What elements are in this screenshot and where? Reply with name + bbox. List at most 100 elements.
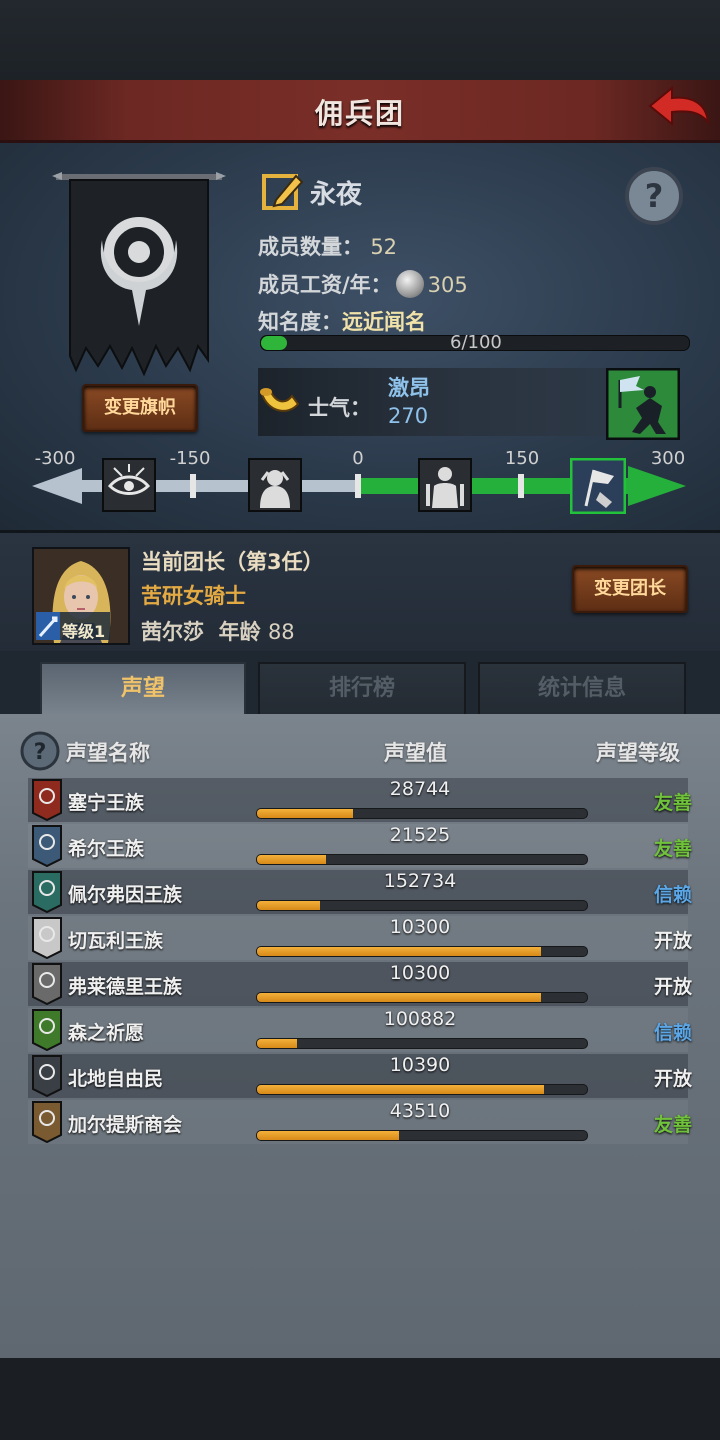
reputation-bar	[256, 992, 588, 1003]
tab-statistics[interactable]: 统计信息	[478, 662, 686, 716]
reputation-level: 友善	[653, 1114, 692, 1136]
silver-coin-icon	[395, 270, 424, 298]
title-bar: 佣兵团	[0, 80, 720, 143]
reputation-bar-fill	[257, 993, 541, 1002]
reputation-value: 10390	[389, 1054, 451, 1076]
horn-icon	[260, 388, 300, 412]
morale-scale: -300 -150 0 150 300	[30, 446, 690, 526]
bottom-bar	[0, 1358, 720, 1440]
faction-name: 切瓦利王族	[68, 930, 164, 952]
faction-name: 佩尔弗因王族	[68, 884, 183, 906]
scale-tick-label: 0	[352, 448, 364, 469]
leader-age-value: 88	[267, 620, 295, 644]
salary-stat: 成员工资/年： 305	[258, 269, 468, 299]
red-banner-icon	[32, 779, 62, 821]
reputation-bar-fill	[257, 1039, 297, 1048]
table-row[interactable]: 切瓦利王族 10300 开放	[28, 916, 692, 960]
fame-progress-fill	[261, 336, 287, 350]
reputation-bar-fill	[257, 901, 320, 910]
fame-stat: 知名度：远近闻名	[258, 310, 426, 334]
reputation-bar	[256, 946, 588, 957]
reputation-bar-fill	[257, 1131, 399, 1140]
scale-tick-label: -150	[169, 448, 211, 469]
members-stat: 成员数量： 52	[258, 235, 398, 259]
guild-banner-icon[interactable]	[52, 170, 226, 380]
reputation-bar	[256, 808, 588, 819]
faction-name: 弗莱德里王族	[68, 976, 183, 998]
reputation-value: 100882	[383, 1008, 457, 1030]
table-row[interactable]: 森之祈愿 100882 信赖	[28, 1008, 692, 1052]
chest-banner-icon	[32, 1101, 62, 1143]
reputation-value: 152734	[383, 870, 457, 892]
morale-status-icon[interactable]	[606, 368, 680, 440]
leader-name: 茜尔莎	[141, 620, 204, 644]
reputation-bar-fill	[257, 855, 327, 864]
leader-class: 苦研女骑士	[141, 584, 246, 608]
status-area	[0, 0, 720, 80]
blue-banner-icon	[32, 825, 62, 867]
reputation-bar	[256, 854, 588, 865]
column-header-level: 声望等级	[596, 741, 680, 765]
reputation-bar	[256, 1038, 588, 1049]
despair-eye-icon[interactable]	[102, 458, 156, 512]
white-banner-icon	[32, 917, 62, 959]
reputation-level: 开放	[653, 1068, 692, 1090]
faction-name: 塞宁王族	[68, 792, 145, 814]
svg-text:?: ?	[34, 740, 47, 765]
faction-name: 森之祈愿	[68, 1022, 145, 1044]
scale-tick-label: 300	[650, 448, 686, 469]
guild-name: 永夜	[310, 180, 363, 210]
tab-ranking[interactable]: 排行榜	[258, 662, 466, 716]
leader-title: 当前团长（第3任）	[141, 550, 324, 574]
table-row[interactable]: 弗莱德里王族 10300 开放	[28, 962, 692, 1006]
change-banner-button[interactable]: 变更旗帜	[82, 384, 198, 432]
fame-progress-text: 6/100	[450, 332, 502, 353]
reputation-value: 10300	[389, 962, 451, 984]
help-icon[interactable]: ?	[20, 731, 60, 771]
back-arrow-icon[interactable]	[646, 82, 712, 136]
edit-icon[interactable]	[262, 172, 304, 212]
svg-text:?: ?	[645, 177, 664, 215]
table-row[interactable]: 加尔提斯商会 43510 友善	[28, 1100, 692, 1144]
leader-level: 等级1	[62, 622, 106, 641]
morale-box: 士气： 激昂 270	[258, 368, 608, 436]
table-row[interactable]: 塞宁王族 28744 友善	[28, 778, 692, 822]
reputation-bar-fill	[257, 1085, 545, 1094]
table-row[interactable]: 北地自由民 10390 开放	[28, 1054, 692, 1098]
reputation-level: 友善	[653, 792, 692, 814]
reputation-value: 10300	[389, 916, 451, 938]
reputation-level: 开放	[653, 976, 692, 998]
page-title: 佣兵团	[314, 97, 405, 130]
reputation-value: 28744	[389, 778, 451, 800]
tab-reputation[interactable]: 声望	[40, 662, 246, 714]
help-icon[interactable]: ?	[624, 166, 684, 226]
reputation-bar-fill	[257, 947, 541, 956]
teal-banner-icon	[32, 871, 62, 913]
morale-state: 激昂	[388, 376, 430, 400]
morale-value: 270	[388, 404, 429, 428]
column-header-name: 声望名称	[66, 741, 150, 765]
change-leader-button[interactable]: 变更团长	[572, 565, 688, 613]
column-header-value: 声望值	[384, 741, 447, 765]
table-row[interactable]: 佩尔弗因王族 152734 信赖	[28, 870, 692, 914]
reputation-value: 43510	[389, 1100, 451, 1122]
scale-tick-label: -300	[34, 448, 76, 469]
leader-name-row: 茜尔莎 年龄 88	[141, 616, 295, 646]
reputation-value: 21525	[389, 824, 451, 846]
faction-name: 希尔王族	[68, 838, 145, 860]
reputation-level: 信赖	[653, 1022, 692, 1044]
reputation-level: 友善	[653, 838, 692, 860]
calm-figure-icon[interactable]	[418, 458, 472, 512]
distressed-figure-icon[interactable]	[248, 458, 302, 512]
dark-banner-icon	[32, 1055, 62, 1097]
table-row[interactable]: 希尔王族 21525 友善	[28, 824, 692, 868]
faction-name: 北地自由民	[68, 1068, 164, 1090]
reputation-bar-fill	[257, 809, 353, 818]
inspired-flag-icon[interactable]	[570, 458, 626, 514]
faction-name: 加尔提斯商会	[68, 1114, 183, 1136]
reputation-level: 信赖	[653, 884, 692, 906]
green-banner-icon	[32, 1009, 62, 1051]
morale-label: 士气：	[308, 396, 371, 420]
reputation-bar	[256, 900, 588, 911]
reputation-bar	[256, 1130, 588, 1141]
